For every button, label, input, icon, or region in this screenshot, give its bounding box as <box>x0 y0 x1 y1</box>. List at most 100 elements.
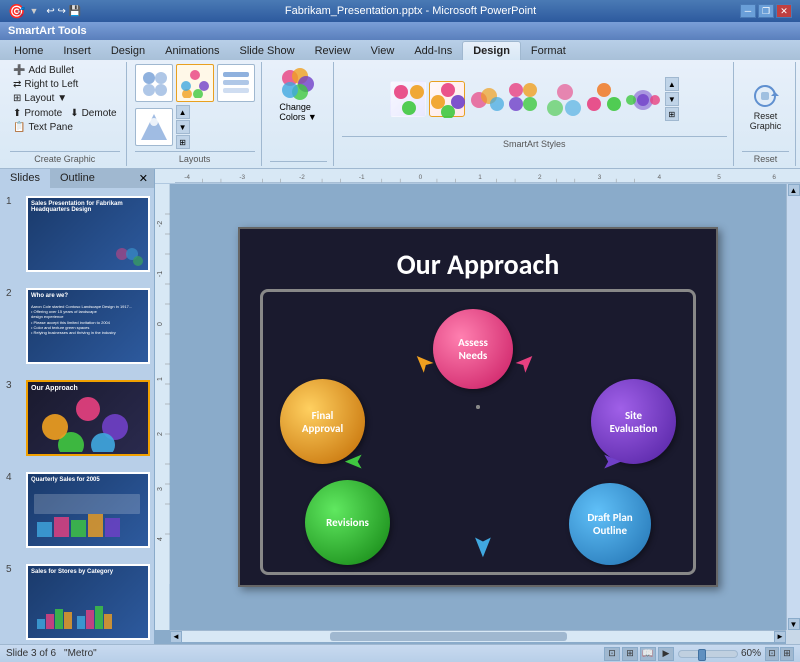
tab-view[interactable]: View <box>361 42 405 60</box>
style-item-7[interactable] <box>624 81 660 117</box>
h-ruler: -4 -3 -2 -1 0 1 2 3 4 5 6 <box>155 169 800 184</box>
styles-expand[interactable]: ⊞ <box>665 107 679 121</box>
tab-slides[interactable]: Slides <box>0 169 50 188</box>
quick-access: ↩ ↪ 💾 <box>46 6 81 17</box>
promote-button[interactable]: ⬆ Promote <box>10 107 65 120</box>
add-bullet-icon: ➕ <box>13 65 25 76</box>
corner-spacer <box>155 630 170 644</box>
view-sorter-button[interactable]: ⊞ <box>622 647 638 661</box>
window-controls[interactable]: ─ ❐ ✕ <box>740 4 792 18</box>
node-site-evaluation[interactable]: SiteEvaluation <box>591 379 676 464</box>
svg-text:3: 3 <box>157 487 164 491</box>
reset-graphic-icon <box>751 82 779 110</box>
tab-addins[interactable]: Add-Ins <box>404 42 462 60</box>
zoom-fit-button[interactable]: ⊡ <box>765 647 779 661</box>
slide-num-5: 5 <box>6 564 12 575</box>
tab-design-smartart[interactable]: Design <box>462 41 521 60</box>
vertical-scrollbar[interactable]: ▲ ▼ <box>786 184 800 630</box>
tab-outline[interactable]: Outline <box>50 169 105 188</box>
layout-icon: ⊞ <box>13 93 21 104</box>
layouts-expand[interactable]: ⊞ <box>176 135 190 149</box>
panel-close-button[interactable]: ✕ <box>133 169 154 188</box>
reset-graphic-button[interactable]: ResetGraphic <box>746 80 786 133</box>
app-icon: 🎯 <box>8 3 25 20</box>
scroll-right-button[interactable]: ► <box>774 631 786 643</box>
horizontal-scrollbar[interactable]: ◄ ► <box>170 630 786 642</box>
scroll-down-button[interactable]: ▼ <box>788 618 800 630</box>
close-button[interactable]: ✕ <box>776 4 792 18</box>
slide-thumb-container-2: 2 Who are we? Aaron Cole started Contoso… <box>0 280 154 372</box>
layout-button[interactable]: ⊞ Layout ▼ <box>10 92 70 105</box>
svg-text:1: 1 <box>478 174 482 181</box>
zoom-slider-thumb[interactable] <box>698 649 706 661</box>
slide-thumb-1[interactable]: Sales Presentation for FabrikamHeadquart… <box>26 196 150 272</box>
style-item-1[interactable] <box>390 81 426 117</box>
slide-num-1: 1 <box>6 196 12 207</box>
canvas-body: 2 <box>155 184 800 630</box>
zoom-full-button[interactable]: ⊞ <box>780 647 794 661</box>
layouts-scroll-up[interactable]: ▲ <box>176 105 190 119</box>
minimize-button[interactable]: ─ <box>740 4 756 18</box>
right-to-left-button[interactable]: ⇄ Right to Left <box>10 78 81 91</box>
main-area: Slides Outline ✕ 1 Sales Presentation fo… <box>0 169 800 644</box>
group-layouts-label: Layouts <box>135 151 255 164</box>
view-slideshow-button[interactable]: ▶ <box>658 647 674 661</box>
slide-viewport[interactable]: Our Approach AssessNeeds SiteEvaluation <box>170 184 786 630</box>
svg-text:-2: -2 <box>157 221 164 227</box>
reset-graphic-label: ResetGraphic <box>750 111 782 131</box>
ribbon-content: ➕ Add Bullet ⇄ Right to Left ⊞ Layout ▼ … <box>0 60 800 169</box>
tab-animations[interactable]: Animations <box>155 42 229 60</box>
node-assess-needs[interactable]: AssessNeeds <box>433 309 513 389</box>
add-bullet-button[interactable]: ➕ Add Bullet <box>10 64 77 77</box>
layout-thumb-3[interactable] <box>217 64 255 102</box>
tab-design[interactable]: Design <box>101 42 155 60</box>
style-item-3[interactable] <box>468 81 504 117</box>
window-title: Fabrikam_Presentation.pptx - Microsoft P… <box>285 5 536 17</box>
demote-button[interactable]: ⬇ Demote <box>67 107 119 120</box>
title-bar-left: 🎯 ▼ ↩ ↪ 💾 <box>8 3 81 20</box>
node-draft-plan[interactable]: Draft PlanOutline <box>569 483 651 565</box>
text-pane-button[interactable]: 📋 Text Pane <box>10 121 76 134</box>
view-normal-button[interactable]: ⊡ <box>604 647 620 661</box>
slide-thumb-2[interactable]: Who are we? Aaron Cole started Contoso L… <box>26 288 150 364</box>
slide-thumb-container-5: 5 Sales for Stores by Category <box>0 556 154 644</box>
tab-review[interactable]: Review <box>305 42 361 60</box>
node-final-approval[interactable]: FinalApproval <box>280 379 365 464</box>
layout-thumb-4[interactable] <box>135 108 173 146</box>
title-bar: 🎯 ▼ ↩ ↪ 💾 Fabrikam_Presentation.pptx - M… <box>0 0 800 22</box>
style-item-4[interactable] <box>507 81 543 117</box>
styles-scroll-up[interactable]: ▲ <box>665 77 679 91</box>
layouts-scroll-down[interactable]: ▼ <box>176 120 190 134</box>
style-item-6[interactable] <box>585 81 621 117</box>
slide-thumb-4[interactable]: Quarterly Sales for 2005 <box>26 472 150 548</box>
layout-thumb-2[interactable] <box>176 64 214 102</box>
tab-insert[interactable]: Insert <box>53 42 101 60</box>
style-item-5[interactable] <box>546 81 582 117</box>
text-pane-icon: 📋 <box>13 122 25 133</box>
scroll-left-button[interactable]: ◄ <box>170 631 182 643</box>
change-colors-button[interactable]: ChangeColors ▼ <box>273 64 322 124</box>
svg-text:0: 0 <box>419 174 423 181</box>
status-bar: Slide 3 of 6 "Metro" ⊡ ⊞ 📖 ▶ 60% ⊡ ⊞ <box>0 644 800 662</box>
slide-thumb-3[interactable]: Our Approach <box>26 380 150 456</box>
layout-thumb-1[interactable] <box>135 64 173 102</box>
zoom-level: 60% <box>741 648 761 659</box>
scroll-thumb-h[interactable] <box>330 632 567 641</box>
scroll-up-button[interactable]: ▲ <box>788 184 800 196</box>
tab-home[interactable]: Home <box>4 42 53 60</box>
slide-main[interactable]: Our Approach AssessNeeds SiteEvaluation <box>238 227 718 587</box>
node-revisions[interactable]: Revisions <box>305 480 390 565</box>
style-item-2[interactable] <box>429 81 465 117</box>
slide-thumb-5[interactable]: Sales for Stores by Category <box>26 564 150 640</box>
view-reading-button[interactable]: 📖 <box>640 647 656 661</box>
tab-format[interactable]: Format <box>521 42 576 60</box>
restore-button[interactable]: ❐ <box>758 4 774 18</box>
svg-text:1: 1 <box>157 377 164 381</box>
tab-slideshow[interactable]: Slide Show <box>230 42 305 60</box>
slides-panel: Slides Outline ✕ 1 Sales Presentation fo… <box>0 169 155 644</box>
view-buttons: ⊡ ⊞ 📖 ▶ <box>604 647 674 661</box>
zoom-slider[interactable] <box>678 650 738 658</box>
promote-icon: ⬆ <box>13 108 21 119</box>
svg-text:-1: -1 <box>359 174 365 181</box>
styles-scroll-down[interactable]: ▼ <box>665 92 679 106</box>
